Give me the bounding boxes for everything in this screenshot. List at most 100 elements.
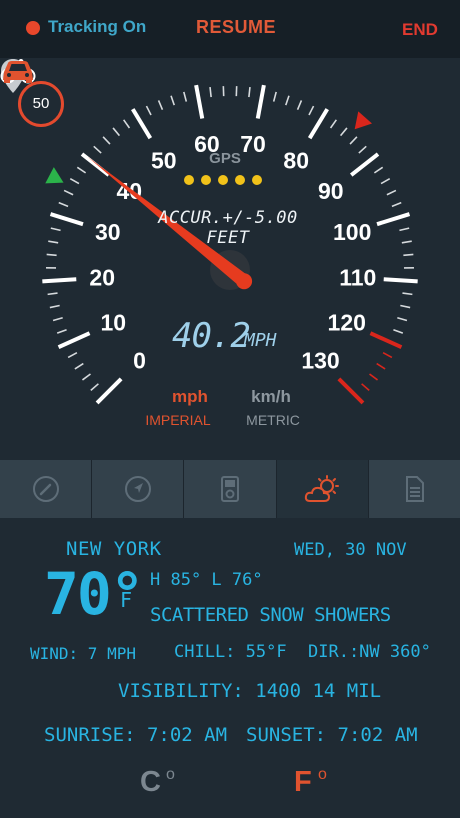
gps-accuracy: ACCUR.+/-5.00 FEET — [158, 208, 298, 248]
dial-minor-tick — [400, 304, 411, 309]
dial-minor-tick — [49, 304, 60, 309]
dial-minor-tick — [102, 136, 111, 145]
weather-high-low: H 85° L 76° — [150, 570, 263, 590]
dial-major-tick — [255, 84, 266, 119]
dial-minor-tick — [112, 127, 121, 137]
dial-minor-tick — [403, 253, 414, 257]
tab-music[interactable] — [184, 460, 277, 518]
gps-label: GPS — [209, 150, 241, 167]
dial-minor-tick — [69, 177, 80, 185]
dial-minor-tick — [248, 87, 251, 98]
dial-label: 50 — [151, 147, 177, 173]
resume-button[interactable]: RESUME — [196, 17, 276, 38]
celsius-button[interactable]: C — [140, 766, 161, 799]
celsius-degree-symbol: o — [166, 766, 175, 783]
dial-minor-tick — [308, 105, 315, 116]
dial-minor-tick — [382, 352, 393, 359]
dial-minor-tick — [56, 328, 67, 334]
dial-minor-tick — [272, 91, 277, 102]
gps-signal-dot — [252, 175, 262, 185]
dial-minor-tick — [145, 105, 152, 116]
dial-minor-tick — [93, 145, 102, 154]
dial-label: 130 — [301, 348, 339, 374]
imperial-unit-label[interactable]: IMPERIAL — [136, 412, 220, 428]
weather-sunset: SUNSET: 7:02 AM — [246, 724, 418, 746]
fahrenheit-degree-symbol: o — [318, 766, 327, 783]
dial-minor-tick — [67, 352, 78, 359]
dial-label: 30 — [95, 219, 121, 245]
gps-signal-dot — [184, 175, 194, 185]
dial-minor-tick — [74, 362, 84, 370]
digital-speed-unit: MPH — [244, 330, 277, 351]
weather-visibility: VISIBILITY: 1400 14 MIL — [118, 680, 382, 702]
speedometer-icon — [32, 476, 59, 502]
dial-minor-tick — [52, 316, 63, 322]
speedometer-panel: 0102030405060708090100110120130 50 GPS A… — [0, 58, 460, 460]
fahrenheit-button[interactable]: F — [294, 766, 312, 799]
imperial-unit-button[interactable]: mph — [150, 387, 230, 407]
weather-wind: WIND: 7 MPH — [30, 644, 136, 663]
ipod-icon — [221, 476, 239, 502]
tab-speedometer[interactable] — [0, 460, 93, 518]
dial-minor-tick — [339, 127, 348, 137]
tab-bar — [0, 460, 460, 518]
car-icon[interactable] — [0, 58, 36, 84]
dial-minor-tick — [46, 253, 57, 257]
dial-minor-tick — [358, 145, 367, 154]
gps-signal-dot — [201, 175, 211, 185]
dial-major-tick — [383, 277, 418, 284]
dial-minor-tick — [397, 316, 408, 322]
dial-label: 80 — [283, 147, 309, 173]
dial-minor-tick — [380, 177, 391, 185]
dial-minor-tick — [401, 240, 412, 244]
dial-minor-tick — [81, 373, 91, 381]
top-bar: Tracking On RESUME END — [0, 0, 460, 58]
weather-city: NEW YORK — [66, 538, 162, 560]
dial-minor-tick — [47, 292, 58, 296]
tab-weather[interactable] — [276, 460, 369, 518]
needle-cap — [236, 273, 253, 290]
weather-icon — [305, 475, 340, 502]
dial-major-tick — [57, 331, 91, 349]
dial-minor-tick — [361, 383, 370, 391]
dial-label: 100 — [333, 219, 371, 245]
dial-major-tick — [49, 212, 84, 227]
dial-major-tick — [376, 212, 411, 227]
tab-log[interactable] — [368, 460, 460, 518]
dial-minor-tick — [58, 201, 69, 208]
weather-panel: NEW YORK WED, 30 NOV 70° F H 85° L 76° S… — [0, 518, 460, 818]
metric-unit-button[interactable]: km/h — [236, 387, 306, 407]
dial-minor-tick — [296, 100, 303, 110]
max-speed-marker — [354, 111, 373, 130]
dial-minor-tick — [90, 383, 99, 391]
dial-minor-tick — [393, 328, 404, 334]
tracking-status-dot — [26, 21, 40, 35]
dial-minor-tick — [402, 292, 413, 296]
dial-minor-tick — [76, 166, 87, 174]
dial-major-tick — [194, 84, 205, 119]
tab-compass[interactable] — [92, 460, 185, 518]
dial-label: 20 — [89, 265, 115, 291]
dial-minor-tick — [349, 136, 358, 145]
dial-label: 90 — [318, 178, 344, 204]
dial-minor-tick — [285, 95, 290, 106]
dial-major-tick — [42, 277, 77, 284]
dial-label: 110 — [339, 265, 376, 291]
weather-sunrise: SUNRISE: 7:02 AM — [44, 724, 228, 746]
dial-minor-tick — [399, 227, 410, 232]
end-button[interactable]: END — [402, 20, 438, 40]
dial-minor-tick — [209, 87, 212, 98]
tracking-status[interactable]: Tracking On — [48, 17, 146, 37]
dial-minor-tick — [157, 100, 164, 110]
dial-label: 0 — [133, 348, 146, 374]
dial-label: 120 — [328, 310, 366, 336]
compass-icon — [124, 476, 151, 502]
dial-minor-tick — [373, 166, 384, 174]
dial-minor-tick — [63, 189, 74, 196]
weather-date: WED, 30 NOV — [294, 540, 407, 560]
weather-temperature-unit: F — [120, 588, 133, 612]
dial-minor-tick — [376, 362, 386, 370]
dial-minor-tick — [50, 227, 61, 232]
dial-major-tick — [337, 377, 365, 405]
metric-unit-label[interactable]: METRIC — [238, 412, 308, 428]
